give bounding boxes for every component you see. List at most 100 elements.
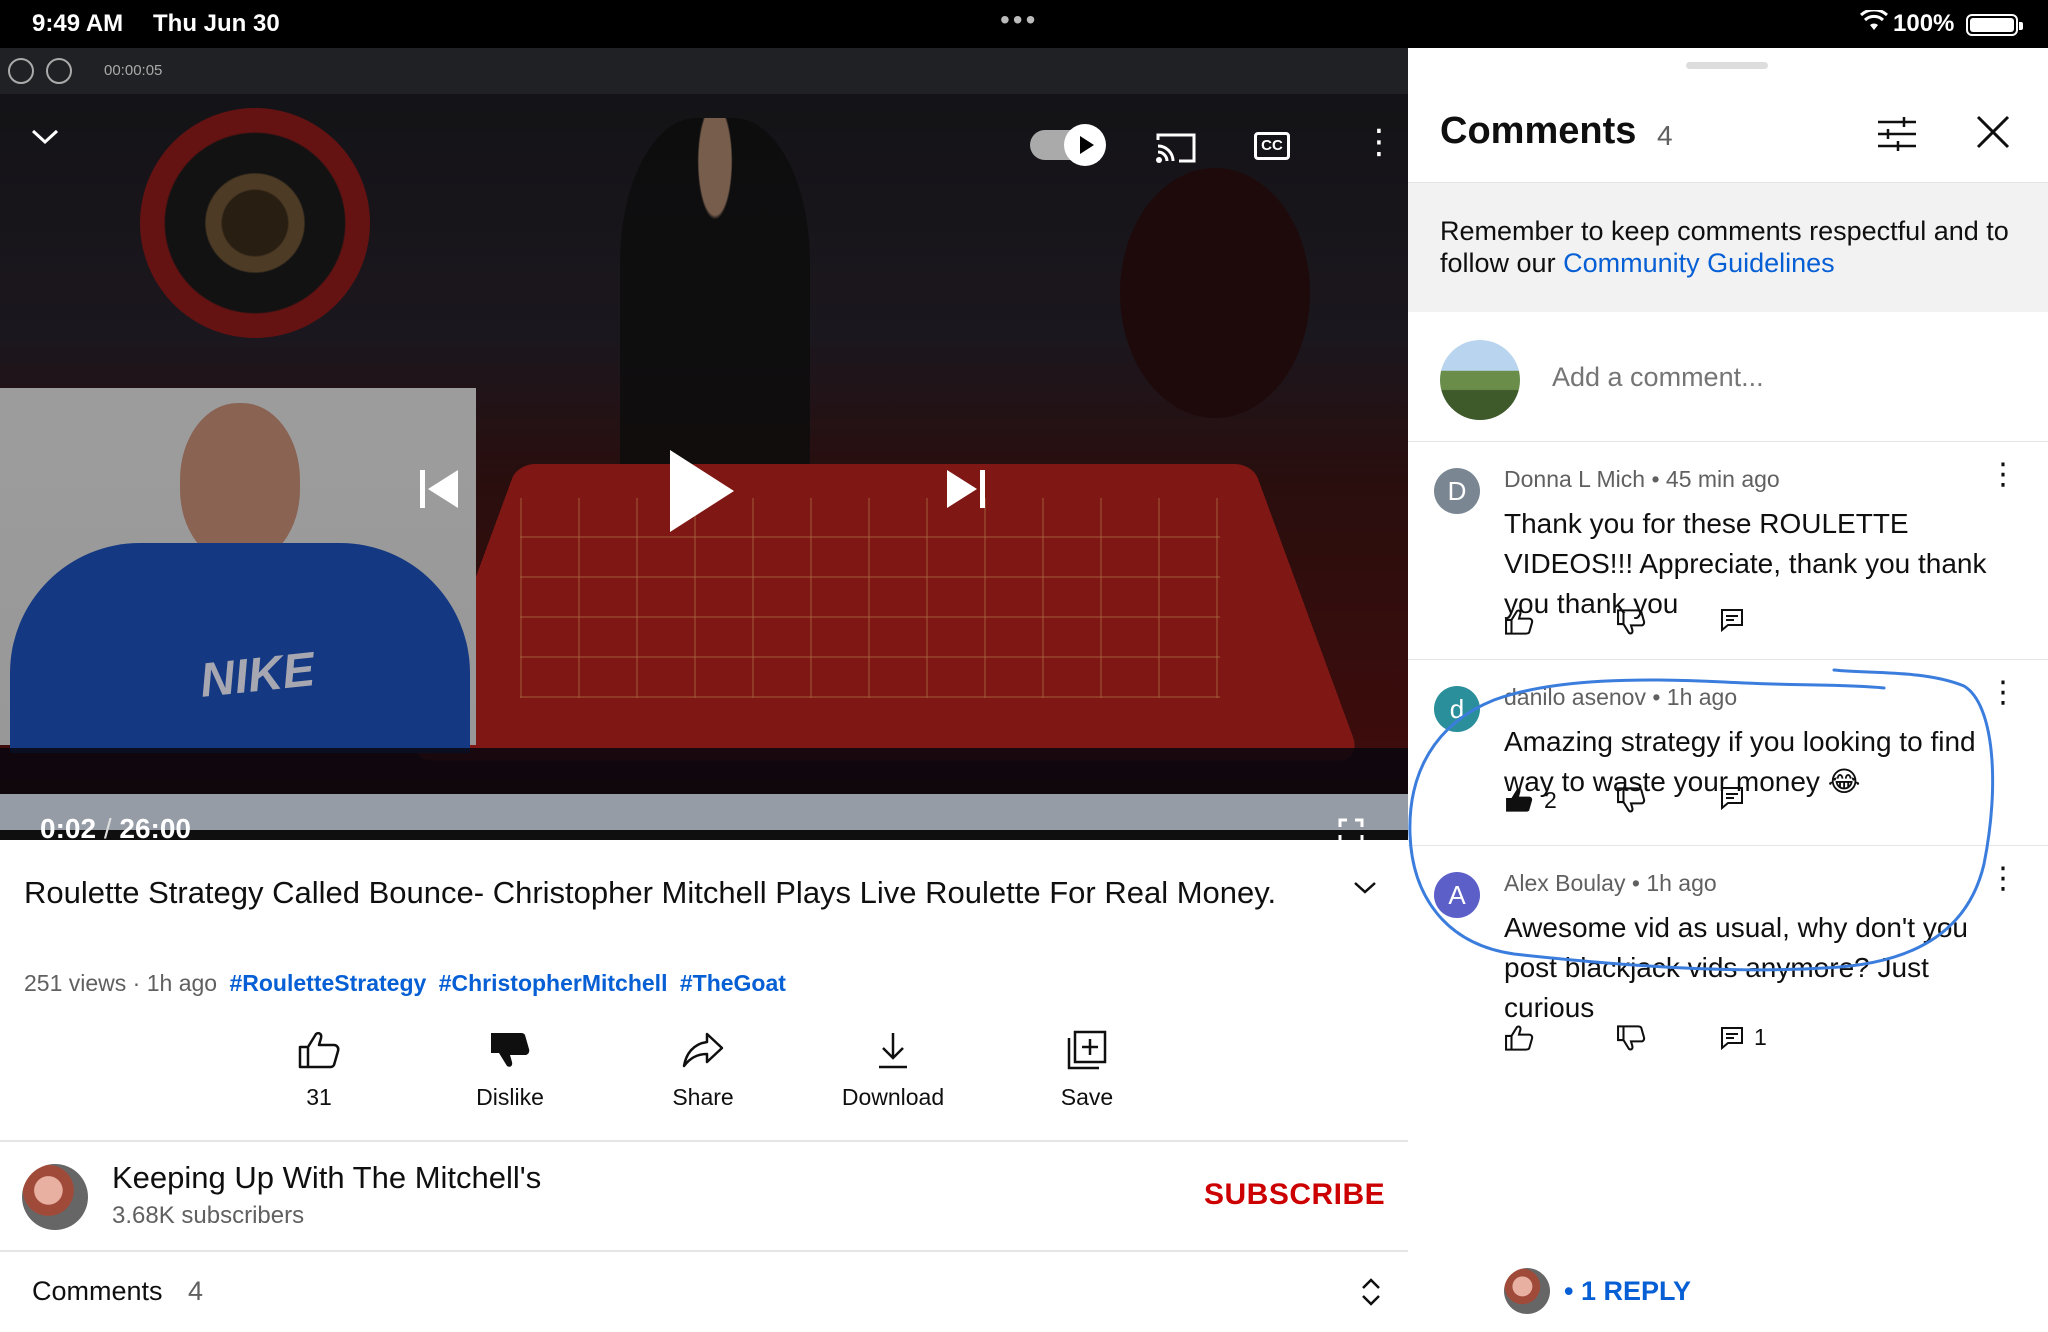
- captions-icon[interactable]: CC: [1254, 132, 1290, 160]
- like-button[interactable]: 31: [259, 1030, 379, 1111]
- download-icon: [879, 1033, 907, 1069]
- dislike-button[interactable]: Dislike: [450, 1030, 570, 1111]
- share-icon: [682, 1032, 724, 1068]
- autoplay-toggle[interactable]: [1030, 124, 1106, 166]
- comment-like-button[interactable]: 2: [1504, 786, 1557, 814]
- thumbs-down-icon: [1617, 609, 1646, 635]
- video-title[interactable]: Roulette Strategy Called Bounce- Christo…: [24, 870, 1324, 916]
- channel-row[interactable]: Keeping Up With The Mitchell's 3.68K sub…: [0, 1140, 1408, 1252]
- hashtag-link[interactable]: #RouletteStrategy: [229, 970, 426, 996]
- subscribe-button[interactable]: SUBSCRIBE: [1204, 1178, 1385, 1212]
- thumbs-up-filled-icon: [1506, 788, 1533, 812]
- status-date: Thu Jun 30: [153, 10, 280, 37]
- comment-dislike-button[interactable]: [1616, 608, 1646, 636]
- comment-like-button[interactable]: [1504, 608, 1534, 636]
- hashtag-link[interactable]: #ChristopherMitchell: [439, 970, 668, 996]
- download-button[interactable]: Download: [833, 1030, 953, 1111]
- reply-author-avatar: [1504, 1268, 1550, 1314]
- thumbs-up-icon: [1505, 609, 1534, 635]
- comment-header: Donna L Mich • 45 min ago: [1504, 466, 1780, 492]
- current-time: 0:02: [40, 813, 97, 840]
- thumbs-up-icon: [298, 1031, 340, 1069]
- thumbs-down-icon: [1617, 787, 1646, 813]
- comment-item: d danilo asenov • 1h ago Amazing strateg…: [1408, 660, 2048, 846]
- comment-text: Thank you for these ROULETTE VIDEOS!!! A…: [1504, 508, 1987, 619]
- comment-author[interactable]: Donna L Mich: [1504, 466, 1645, 492]
- comment-reply-button[interactable]: 1: [1720, 1024, 1767, 1051]
- add-comment-input[interactable]: [1552, 362, 2012, 393]
- screen-recorder-bar: 00:00:05: [0, 48, 1408, 94]
- save-button[interactable]: Save: [1027, 1030, 1147, 1111]
- upload-age: 1h ago: [146, 970, 218, 996]
- view-replies-link[interactable]: • 1 REPLY: [1564, 1276, 1691, 1307]
- video-player[interactable]: 00:00:05 NIKE CC ⋮ 0:02 / 26:00: [0, 48, 1408, 840]
- add-comment-row[interactable]: [1408, 312, 2048, 442]
- expand-collapse-icon[interactable]: [1360, 1276, 1382, 1313]
- comments-label: Comments: [32, 1276, 163, 1306]
- comment-reply-button[interactable]: [1720, 786, 1744, 810]
- fullscreen-icon[interactable]: [1338, 818, 1364, 840]
- play-icon[interactable]: [668, 448, 736, 539]
- comment-header: Alex Boulay • 1h ago: [1504, 870, 1717, 896]
- user-avatar: [1440, 340, 1520, 420]
- comment-author[interactable]: danilo asenov: [1504, 684, 1646, 710]
- close-icon[interactable]: [1975, 114, 2011, 155]
- dislike-label: Dislike: [476, 1084, 544, 1110]
- comment-like-button[interactable]: [1504, 1024, 1534, 1052]
- recorder-pause-icon: [8, 58, 34, 84]
- commenter-avatar[interactable]: d: [1434, 686, 1480, 732]
- hashtag-link[interactable]: #TheGoat: [680, 970, 786, 996]
- comment-text: Amazing strategy if you looking to find …: [1504, 726, 1976, 797]
- commenter-avatar[interactable]: D: [1434, 468, 1480, 514]
- thumbs-up-icon: [1505, 1025, 1534, 1051]
- comment-more-icon[interactable]: ⋮: [1988, 864, 2018, 894]
- chevron-down-icon[interactable]: [30, 128, 60, 151]
- share-button[interactable]: Share: [643, 1030, 763, 1111]
- comment-age: 45 min ago: [1665, 466, 1780, 492]
- battery-percent: 100%: [1893, 10, 1955, 37]
- comment-age: 1h ago: [1666, 684, 1738, 710]
- comment-more-icon[interactable]: ⋮: [1988, 678, 2018, 708]
- comment-dislike-button[interactable]: [1616, 1024, 1646, 1052]
- subscriber-count: 3.68K subscribers: [112, 1202, 305, 1229]
- share-label: Share: [672, 1084, 734, 1110]
- thumbs-down-icon: [491, 1033, 530, 1067]
- channel-avatar[interactable]: [22, 1164, 88, 1230]
- thumbs-down-icon: [1617, 1025, 1646, 1051]
- comment-author[interactable]: Alex Boulay: [1504, 870, 1625, 896]
- comment-dislike-button[interactable]: [1616, 786, 1646, 814]
- comment-text: Awesome vid as usual, why don't you post…: [1504, 912, 1968, 1023]
- more-options-icon[interactable]: ⋮: [1362, 125, 1396, 159]
- wifi-icon: [1859, 8, 1889, 39]
- duration: 26:00: [119, 813, 192, 840]
- comments-count: 4: [188, 1276, 204, 1306]
- multitask-dots-icon[interactable]: •••: [1000, 4, 1038, 36]
- comment-reply-count: 1: [1754, 1024, 1767, 1050]
- channel-name[interactable]: Keeping Up With The Mitchell's: [112, 1160, 541, 1196]
- view-count: 251 views: [24, 970, 127, 996]
- comments-section-toggle[interactable]: Comments 4: [0, 1254, 1408, 1332]
- comment-more-icon[interactable]: ⋮: [1988, 460, 2018, 490]
- comment-header: danilo asenov • 1h ago: [1504, 684, 1738, 710]
- panel-grabber[interactable]: [1686, 62, 1768, 69]
- cast-icon[interactable]: [1155, 132, 1197, 169]
- battery-icon: [1966, 14, 2023, 36]
- like-count: 31: [306, 1084, 332, 1110]
- reply-icon: [1721, 609, 1743, 632]
- time-readout: 0:02 / 26:00: [40, 813, 191, 840]
- comments-panel: Comments 4 Remember to keep comments res…: [1408, 48, 2048, 1332]
- next-icon[interactable]: [945, 468, 987, 515]
- previous-icon[interactable]: [418, 468, 460, 515]
- panel-title: Comments: [1440, 110, 1637, 152]
- comment-reply-button[interactable]: [1720, 608, 1744, 632]
- recorder-stop-icon: [46, 58, 72, 84]
- autoplay-play-icon: [1064, 124, 1106, 166]
- community-guidelines-link[interactable]: Community Guidelines: [1563, 248, 1835, 278]
- comment-item: A Alex Boulay • 1h ago Awesome vid as us…: [1408, 846, 2048, 1216]
- commenter-avatar[interactable]: A: [1434, 872, 1480, 918]
- save-label: Save: [1060, 1084, 1114, 1110]
- chevron-down-icon[interactable]: [1352, 880, 1378, 901]
- guidelines-notice: Remember to keep comments respectful and…: [1408, 182, 2048, 312]
- sort-filter-icon[interactable]: [1876, 116, 1918, 157]
- save-playlist-icon: [1067, 1030, 1107, 1070]
